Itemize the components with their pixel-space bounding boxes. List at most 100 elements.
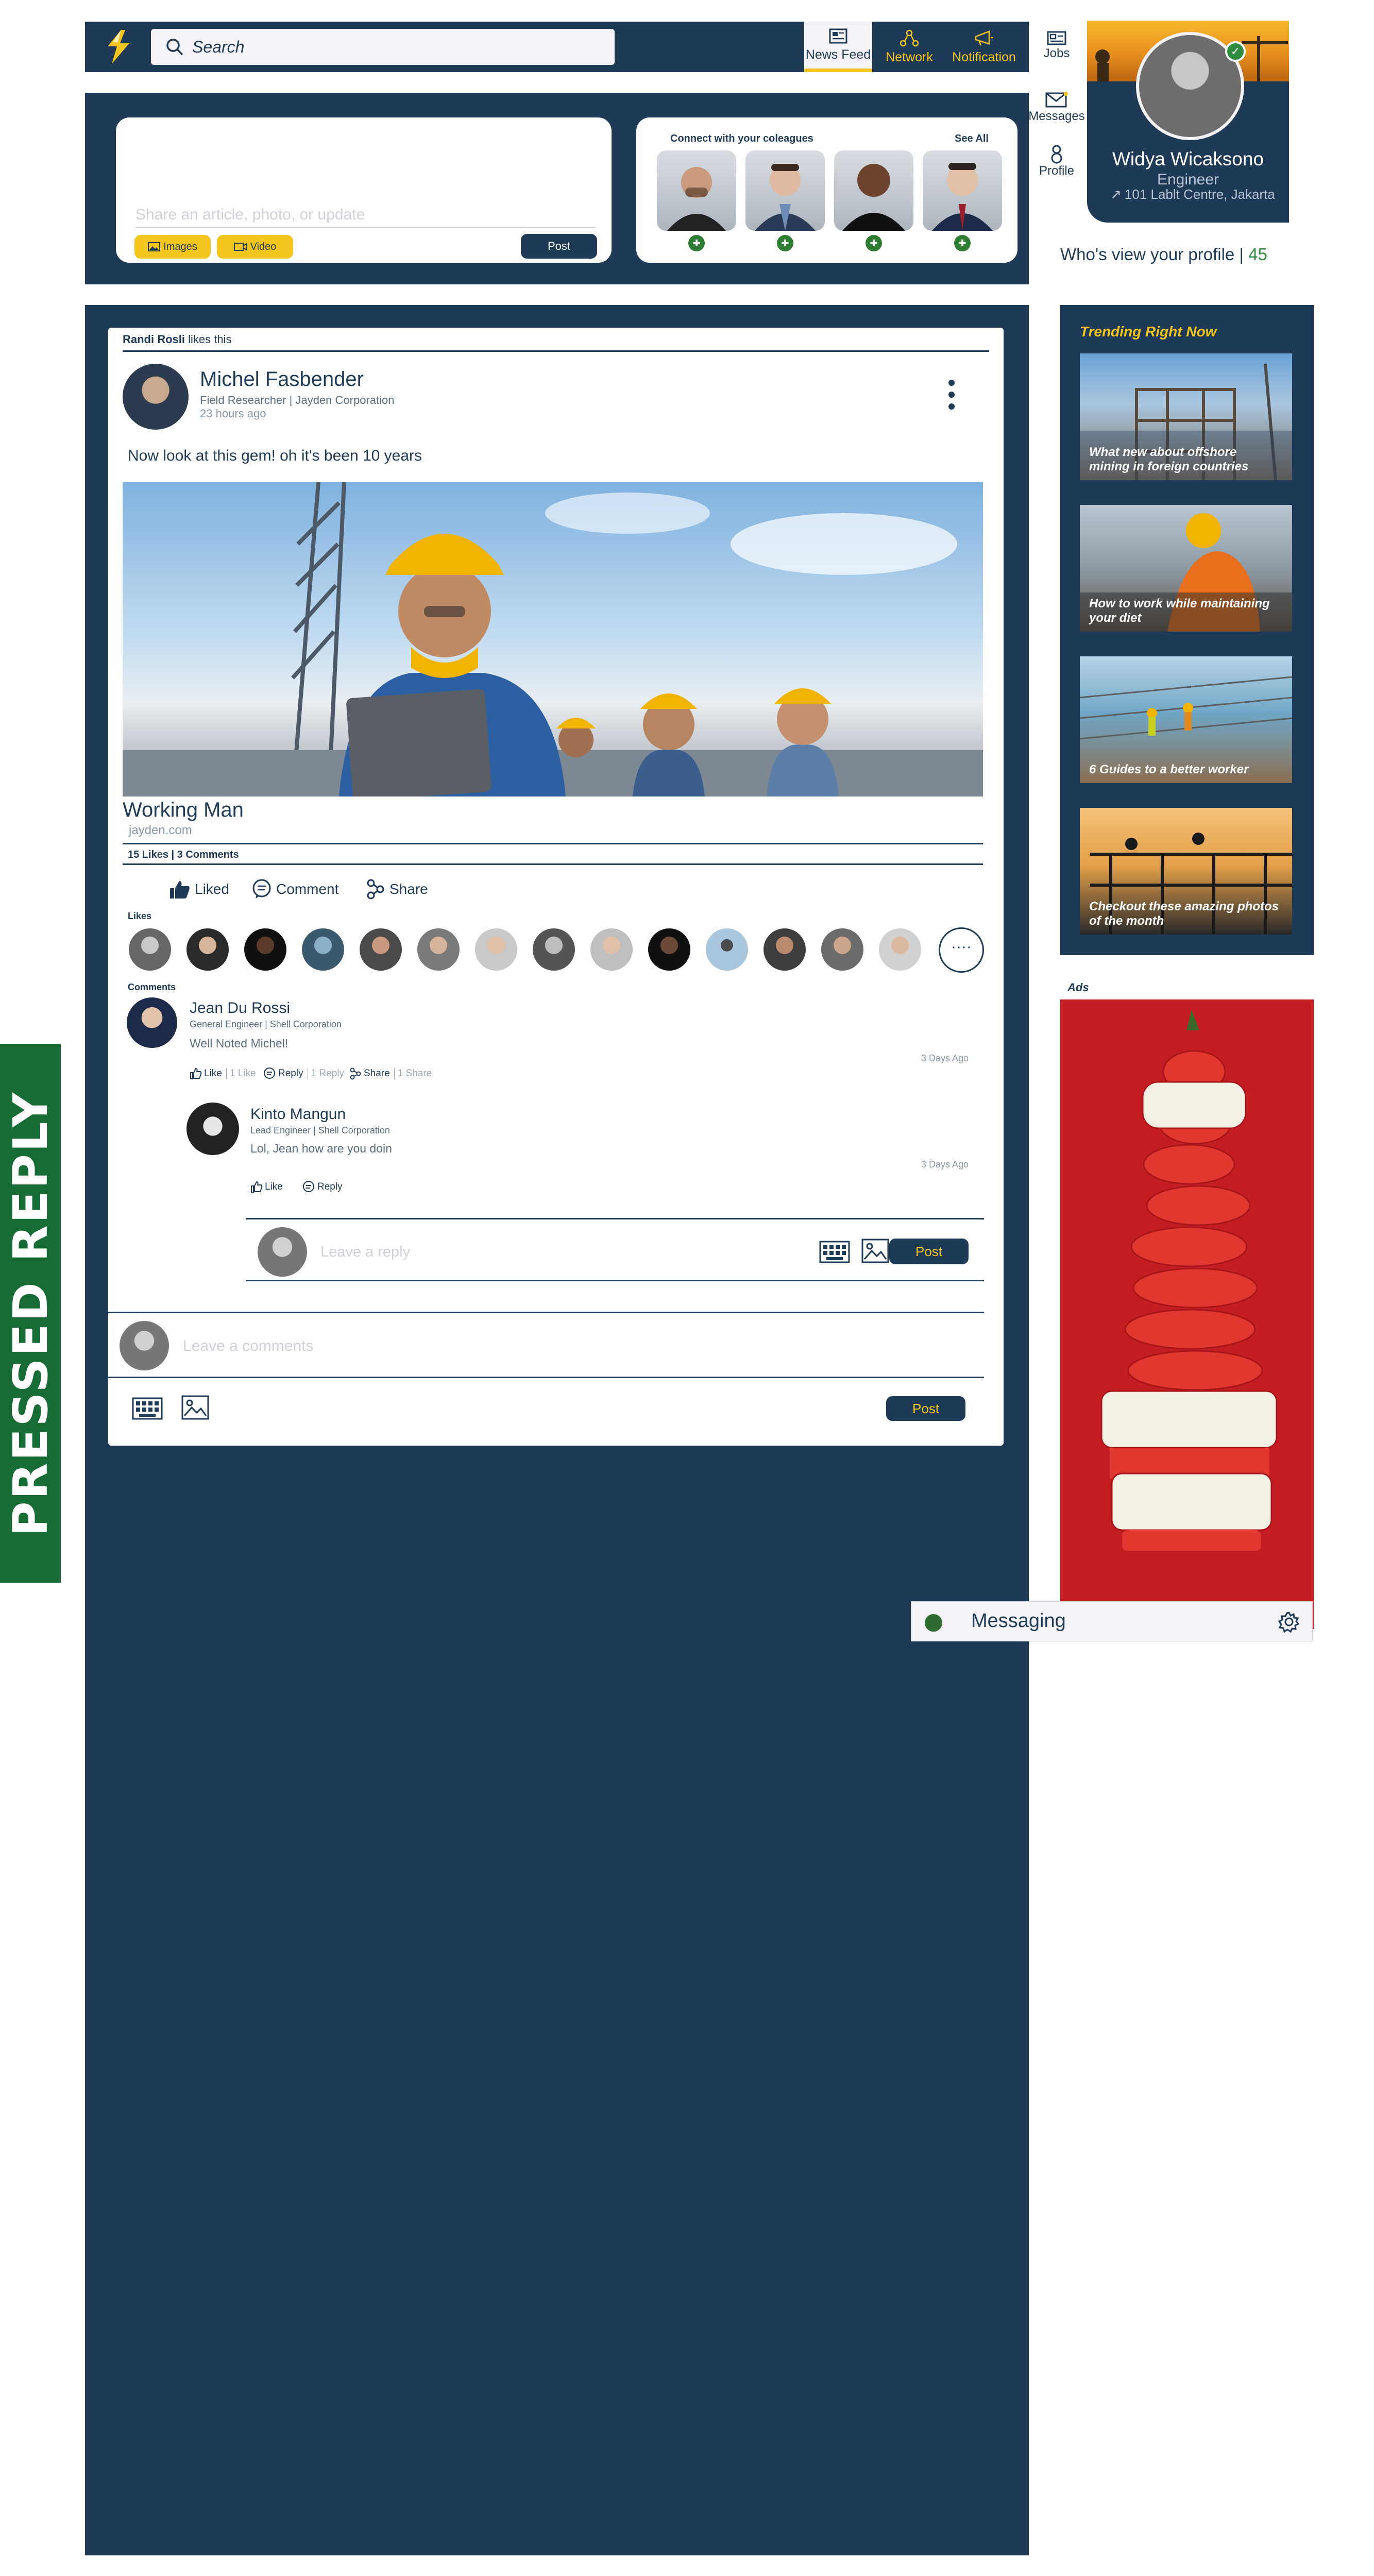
connect-add-icon[interactable]: ✚ — [866, 235, 882, 251]
comment-reply-button[interactable]: Reply 1 Reply — [263, 1067, 344, 1080]
commenter-role: Lead Engineer | Shell Corporation — [250, 1125, 390, 1136]
liker-avatar[interactable] — [706, 928, 748, 971]
image-icon[interactable] — [861, 1239, 889, 1263]
pressed-reply-label: PRESSED REPLY — [3, 1090, 58, 1536]
profile-views[interactable]: Who's view your profile | 45 — [1060, 245, 1287, 264]
megaphone-icon — [975, 30, 993, 45]
composer-post-button[interactable]: Post — [521, 234, 597, 259]
divider — [123, 350, 989, 352]
gif-icon[interactable] — [132, 1397, 163, 1420]
colleague-photo[interactable] — [923, 150, 1002, 231]
trending-title: Trending Right Now — [1080, 324, 1217, 340]
liker-avatar[interactable] — [879, 928, 921, 971]
comment-like-button[interactable]: Like 1 Like — [190, 1067, 256, 1080]
profile-card[interactable]: ✓ Widya Wicaksono Engineer ↗ 101 Lablt Ce… — [1087, 21, 1289, 223]
gear-icon[interactable] — [1278, 1611, 1300, 1633]
trending-panel: Trending Right Now What new about offsho… — [1060, 305, 1314, 955]
post-image[interactable] — [123, 482, 983, 796]
connect-title: Connect with your coleagues — [670, 133, 813, 144]
connect-add-icon[interactable]: ✚ — [777, 235, 793, 251]
trending-item[interactable]: What new about offshore mining in foreig… — [1080, 353, 1292, 480]
liker-name[interactable]: Randi Rosli — [123, 333, 185, 346]
commenter-avatar[interactable] — [127, 997, 177, 1048]
comment-post-button[interactable]: Post — [886, 1396, 965, 1421]
side-nav-profile[interactable]: Profile — [1031, 144, 1082, 178]
colleague-photo[interactable] — [657, 150, 736, 231]
more-options-icon[interactable] — [948, 379, 955, 410]
nav-news-feed[interactable]: News Feed — [804, 22, 872, 72]
liker-avatar[interactable] — [129, 928, 171, 971]
side-nav-jobs-label: Jobs — [1043, 46, 1070, 60]
comment-user-avatar — [120, 1321, 169, 1370]
nav-notification[interactable]: Notification — [945, 22, 1023, 72]
liker-avatar[interactable] — [764, 928, 806, 971]
colleague-photo[interactable] — [834, 150, 913, 231]
liker-avatar[interactable] — [417, 928, 460, 971]
commenter-role: General Engineer | Shell Corporation — [190, 1019, 342, 1029]
nav-notification-label: Notification — [952, 49, 1016, 64]
comment-text: Well Noted Michel! — [190, 1037, 289, 1050]
comments-label: Comments — [128, 982, 176, 992]
liker-avatar[interactable] — [244, 928, 286, 971]
trending-caption: How to work while maintaining your diet — [1089, 597, 1270, 625]
more-likers-button[interactable]: ···· — [939, 927, 984, 973]
thumbs-up-icon — [170, 881, 190, 899]
search-bar[interactable]: Search — [151, 29, 615, 65]
see-all-link[interactable]: See All — [955, 133, 989, 145]
reply-post-button[interactable]: Post — [889, 1239, 969, 1264]
composer-input[interactable]: Share an article, photo, or update — [135, 206, 596, 228]
colleague-photo[interactable] — [745, 150, 825, 231]
newspaper-icon — [829, 28, 847, 44]
profile-role: Engineer — [1157, 171, 1219, 188]
liker-avatar[interactable] — [360, 928, 402, 971]
envelope-icon — [1045, 92, 1068, 108]
liker-avatar[interactable] — [533, 928, 575, 971]
side-nav-jobs[interactable]: Jobs — [1031, 30, 1082, 61]
commenter-name[interactable]: Jean Du Rossi — [190, 999, 290, 1017]
liker-avatar[interactable] — [648, 928, 690, 971]
nav-network[interactable]: Network — [881, 22, 938, 72]
app-logo[interactable] — [100, 28, 139, 66]
trending-caption: 6 Guides to a better worker — [1089, 762, 1249, 776]
reply-input[interactable]: Leave a reply — [320, 1244, 410, 1261]
reply-icon — [303, 1181, 314, 1192]
liked-button[interactable]: Liked — [169, 879, 229, 900]
messaging-bar[interactable]: Messaging — [911, 1601, 1313, 1641]
side-nav-messages[interactable]: Messages — [1028, 91, 1085, 124]
comment-reply-button[interactable]: Reply — [302, 1181, 343, 1193]
liker-avatar[interactable] — [302, 928, 344, 971]
network-icon — [900, 29, 919, 46]
comment-like-button[interactable]: Like — [250, 1181, 283, 1193]
comment-input[interactable]: Leave a comments — [183, 1337, 313, 1355]
trending-item[interactable]: 6 Guides to a better worker — [1080, 656, 1292, 783]
author-avatar[interactable] — [123, 364, 189, 430]
commenter-name[interactable]: Kinto Mangun — [250, 1106, 346, 1123]
feed-post: Randi Rosli likes this Michel Fasbender … — [108, 328, 1004, 1446]
comment-button[interactable]: Comment — [251, 879, 338, 900]
add-video-button[interactable]: Video — [217, 235, 293, 259]
trending-item[interactable]: Checkout these amazing photos of the mon… — [1080, 808, 1292, 935]
gif-icon[interactable] — [819, 1241, 850, 1263]
liker-avatar[interactable] — [590, 928, 633, 971]
add-images-button[interactable]: Images — [134, 235, 211, 259]
comment-share-button[interactable]: Share 1 Share — [349, 1067, 432, 1080]
profile-name[interactable]: Widya Wicaksono — [1087, 148, 1289, 170]
reply-icon — [264, 1067, 275, 1079]
link-url[interactable]: jayden.com — [129, 823, 192, 838]
person-icon — [1051, 145, 1062, 164]
post-stats[interactable]: 15 Likes | 3 Comments — [128, 849, 239, 861]
share-button[interactable]: Share — [366, 879, 428, 900]
liker-avatar[interactable] — [821, 928, 863, 971]
commenter-avatar[interactable] — [186, 1103, 239, 1155]
divider — [246, 1280, 984, 1281]
connect-add-icon[interactable]: ✚ — [954, 235, 971, 251]
link-title[interactable]: Working Man — [123, 799, 244, 822]
connect-add-icon[interactable]: ✚ — [688, 235, 705, 251]
liker-avatar[interactable] — [475, 928, 517, 971]
ads-panel[interactable]: Ads — [1060, 976, 1314, 1629]
liker-avatar[interactable] — [186, 928, 229, 971]
divider — [108, 1312, 984, 1313]
author-name[interactable]: Michel Fasbender — [200, 368, 364, 391]
image-icon[interactable] — [181, 1395, 209, 1420]
trending-item[interactable]: How to work while maintaining your diet — [1080, 505, 1292, 632]
